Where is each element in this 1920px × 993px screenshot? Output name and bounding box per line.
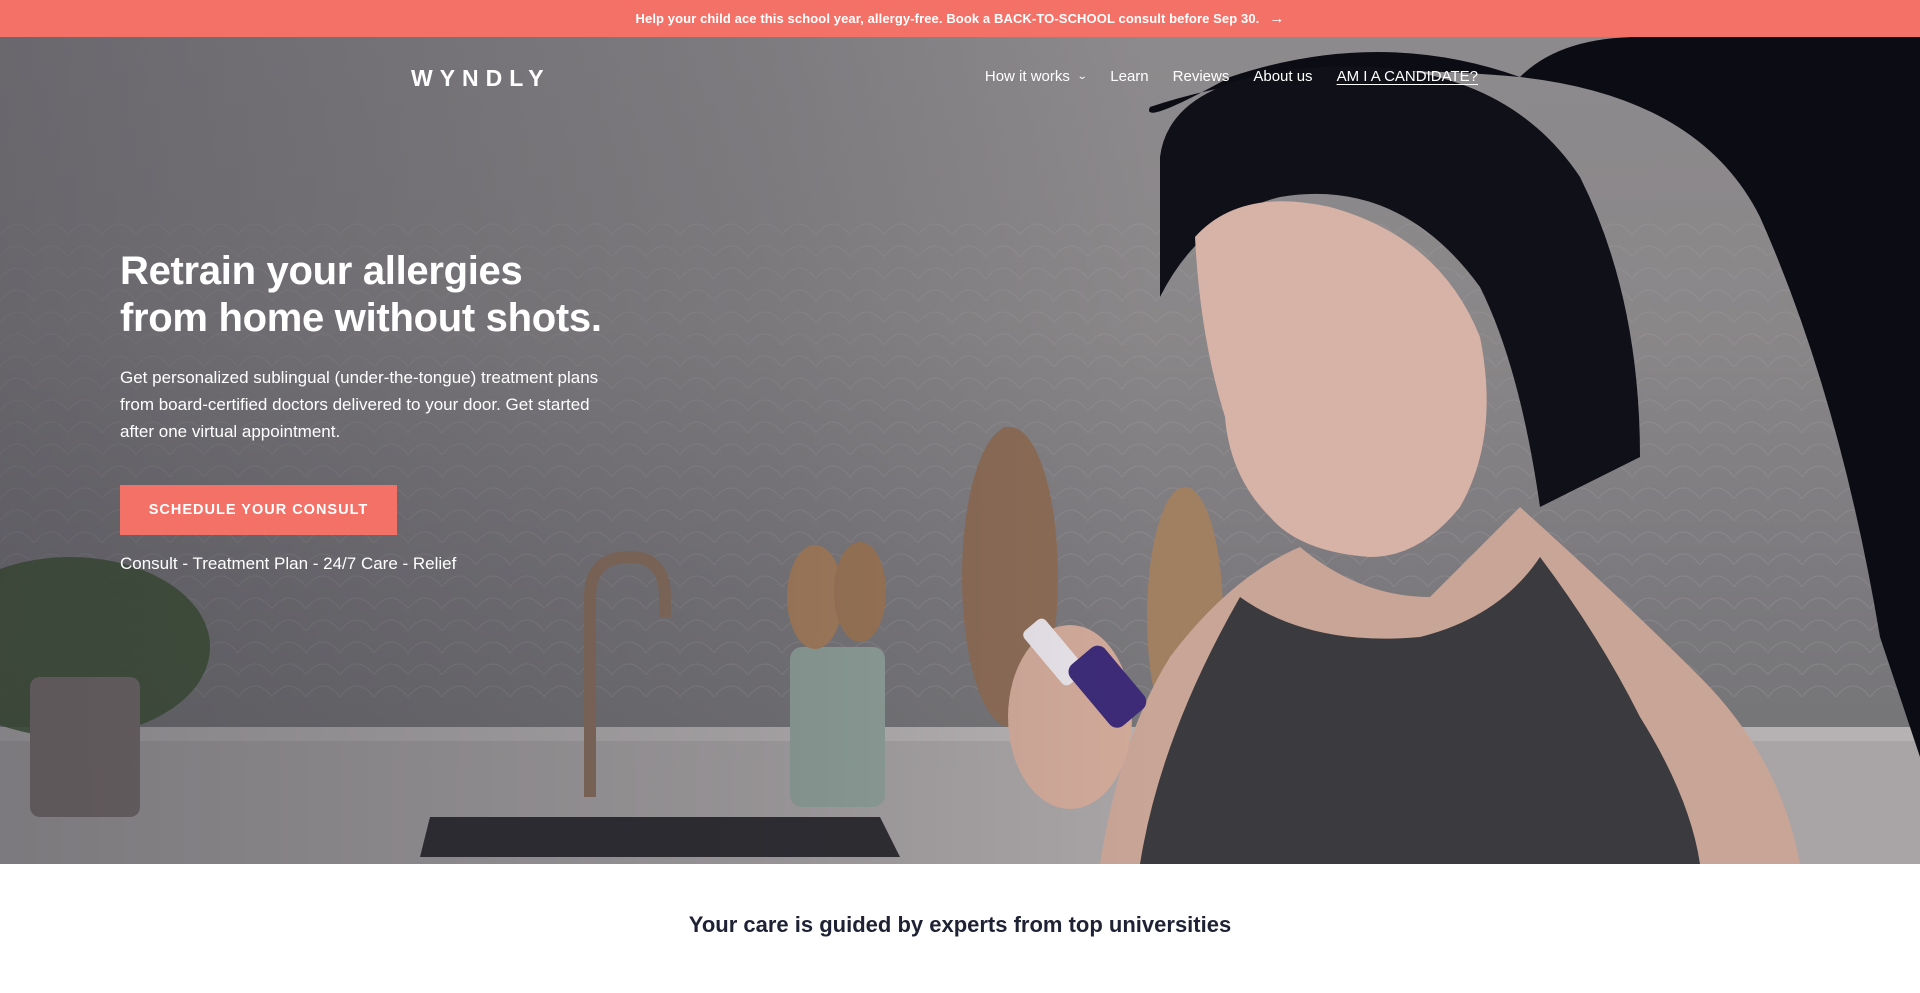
chevron-down-icon: ⌄ (1076, 71, 1088, 82)
nav-item-about-us[interactable]: About us (1253, 68, 1312, 85)
experts-heading: Your care is guided by experts from top … (688, 912, 1232, 937)
schedule-consult-button[interactable]: SCHEDULE YOUR CONSULT (120, 485, 397, 535)
top-nav: WYNDLY How it works ⌄ Learn Reviews Abou… (0, 37, 1920, 121)
hero-subtitle: Get personalized sublingual (under-the-t… (120, 368, 599, 441)
announcement-bar[interactable]: Help your child ace this school year, al… (0, 0, 1920, 37)
arrow-right-icon: → (1269, 10, 1285, 27)
nav-item-learn[interactable]: Learn (1110, 68, 1148, 85)
nav-item-am-i-a-candidate[interactable]: AM I A CANDIDATE? (1337, 68, 1478, 85)
hero-title: Retrain your allergies from home without… (120, 249, 602, 340)
hero-content: Retrain your allergies from home without… (120, 248, 620, 574)
wyndly-logo[interactable]: WYNDLY (411, 65, 551, 92)
nav-item-how-it-works[interactable]: How it works ⌄ (984, 68, 1088, 85)
nav-item-reviews[interactable]: Reviews (1173, 68, 1230, 85)
nav-item-label: How it works (984, 68, 1070, 85)
nav-menu: How it works ⌄ Learn Reviews About us AM… (985, 68, 1478, 85)
hero-steps: Consult - Treatment Plan - 24/7 Care - R… (120, 554, 457, 573)
announcement-text: Help your child ace this school year, al… (635, 11, 1260, 26)
